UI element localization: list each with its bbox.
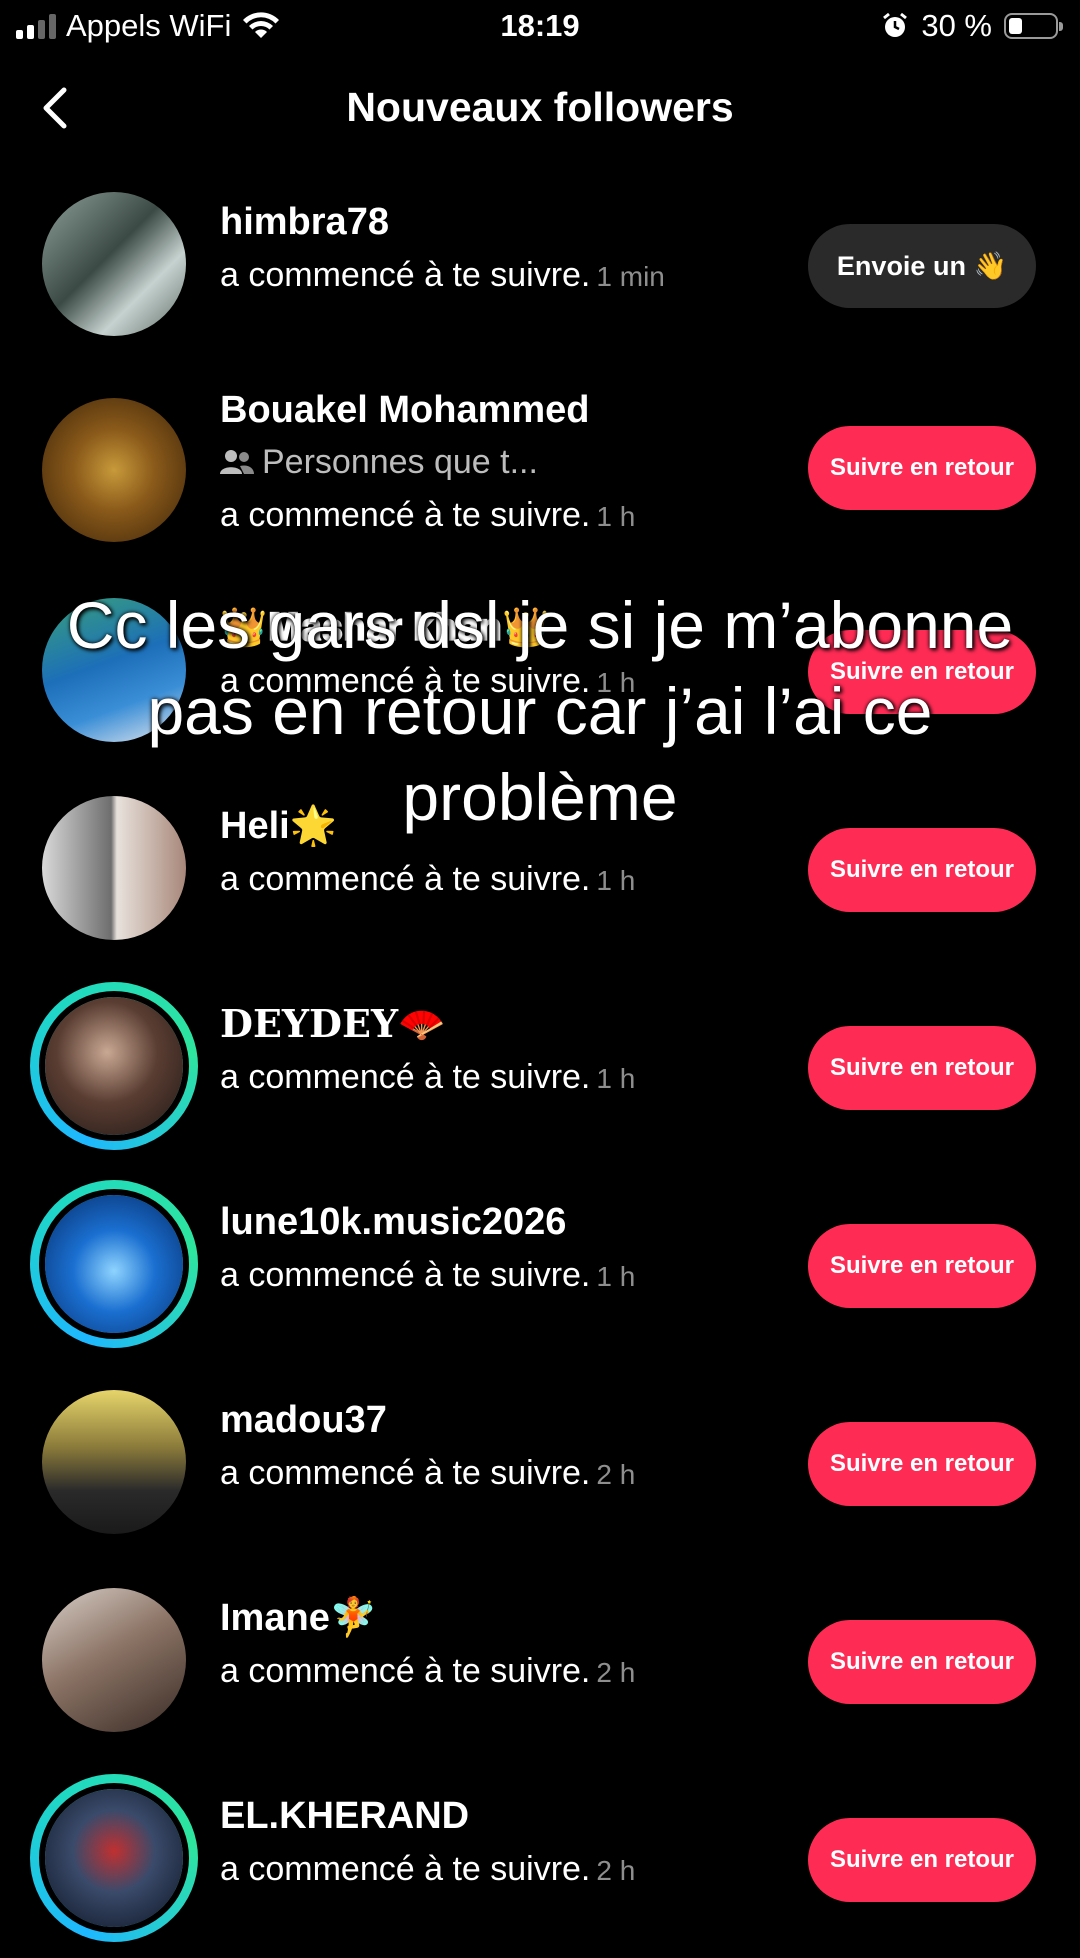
avatar[interactable] [42,1588,186,1732]
follower-name[interactable]: madou37 [220,1394,820,1446]
action-text: a commencé à te suivre. [220,256,591,294]
avatar[interactable] [42,1390,186,1534]
avatar[interactable] [42,192,186,336]
caption-overlay: Cc les gars dsl je si je m’abonne pas en… [66,588,1014,834]
follower-info: himbra78 a commencé à te suivre. 1 min [220,196,820,304]
follow-back-button[interactable]: Suivre en retour [808,1818,1036,1902]
follower-name[interactable]: himbra78 [220,196,820,248]
follower-action: a commencé à te suivre. 1 h [220,1248,820,1304]
battery-percent: 30 % [921,8,992,43]
follower-name[interactable]: lune10k.music2026 [220,1196,820,1248]
follow-time: 2 h [596,1657,636,1688]
action-text: a commencé à te suivre. [220,860,591,898]
friends-icon [220,450,254,474]
alarm-icon [883,12,908,37]
page-title: Nouveaux followers [346,84,734,130]
follower-info: madou37 a commencé à te suivre. 2 h [220,1394,820,1502]
follower-row[interactable]: 𝐃𝐄𝐘𝐃𝐄𝐘🪭 a commencé à te suivre. 1 h Suivr… [0,968,1080,1166]
action-text: a commencé à te suivre. [220,1652,591,1690]
follower-row[interactable]: lune10k.music2026 a commencé à te suivre… [0,1166,1080,1364]
follow-back-button[interactable]: Suivre en retour [808,828,1036,912]
follow-back-button[interactable]: Suivre en retour [808,1620,1036,1704]
avatar-story-ring[interactable] [30,1774,198,1942]
follower-action: a commencé à te suivre. 1 h [220,852,820,908]
follower-action: a commencé à te suivre. 1 min [220,248,820,304]
mutual-text: Personnes que t... [262,443,538,481]
action-text: a commencé à te suivre. [220,496,591,534]
follower-subtitle: Personnes que t... [220,436,820,488]
follower-action: a commencé à te suivre. 1 h [220,1050,820,1106]
avatar-story-ring[interactable] [30,1180,198,1348]
follow-back-button[interactable]: Suivre en retour [808,1422,1036,1506]
follower-action: a commencé à te suivre. 2 h [220,1842,820,1898]
follower-row[interactable]: Bouakel Mohammed Personnes que t... a co… [0,364,1080,572]
follow-time: 1 min [596,261,665,292]
action-text: a commencé à te suivre. [220,1850,591,1888]
action-text: a commencé à te suivre. [220,1454,591,1492]
follow-time: 1 h [596,501,636,532]
status-right: 30 % [881,8,1063,44]
follower-action: a commencé à te suivre. 2 h [220,1644,820,1700]
action-text: a commencé à te suivre. [220,1058,591,1096]
follow-back-button[interactable]: Suivre en retour [808,426,1036,510]
battery-level [1009,18,1022,34]
follower-row[interactable]: EL.KHERAND a commencé à te suivre. 2 h Su… [0,1760,1080,1958]
follower-name[interactable]: EL.KHERAND [220,1790,820,1842]
follow-time: 1 h [596,1261,636,1292]
follow-time: 2 h [596,1855,636,1886]
avatar-story-ring[interactable] [30,982,198,1150]
follow-back-button[interactable]: Suivre en retour [808,1224,1036,1308]
follow-back-button[interactable]: Suivre en retour [808,1026,1036,1110]
follow-time: 1 h [596,865,636,896]
follower-info: lune10k.music2026 a commencé à te suivre… [220,1196,820,1304]
follower-row[interactable]: madou37 a commencé à te suivre. 2 h Suivr… [0,1364,1080,1562]
follower-info: 𝐃𝐄𝐘𝐃𝐄𝐘🪭 a commencé à te suivre. 1 h [220,998,820,1106]
follower-name[interactable]: 𝐃𝐄𝐘𝐃𝐄𝐘🪭 [220,998,820,1050]
header: Nouveaux followers [0,64,1080,154]
follower-row[interactable]: himbra78 a commencé à te suivre. 1 min En… [0,166,1080,364]
wave-button[interactable]: Envoie un 👋 [808,224,1036,308]
battery-icon [1004,13,1063,39]
action-text: a commencé à te suivre. [220,1256,591,1294]
follower-name[interactable]: Bouakel Mohammed [220,384,820,436]
status-bar: Appels WiFi 18:19 30 % [0,0,1080,54]
follow-time: 2 h [596,1459,636,1490]
avatar[interactable] [42,398,186,542]
followers-list: himbra78 a commencé à te suivre. 1 min En… [0,166,1080,1958]
follower-action: a commencé à te suivre. 2 h [220,1446,820,1502]
follower-info: EL.KHERAND a commencé à te suivre. 2 h [220,1790,820,1898]
follower-name[interactable]: Imane🧚 [220,1592,820,1644]
follower-info: Imane🧚 a commencé à te suivre. 2 h [220,1592,820,1700]
follower-info: Bouakel Mohammed Personnes que t... a co… [220,384,820,544]
follow-time: 1 h [596,1063,636,1094]
follower-row[interactable]: Imane🧚 a commencé à te suivre. 2 h Suivre… [0,1562,1080,1760]
follower-action: a commencé à te suivre. 1 h [220,488,820,544]
